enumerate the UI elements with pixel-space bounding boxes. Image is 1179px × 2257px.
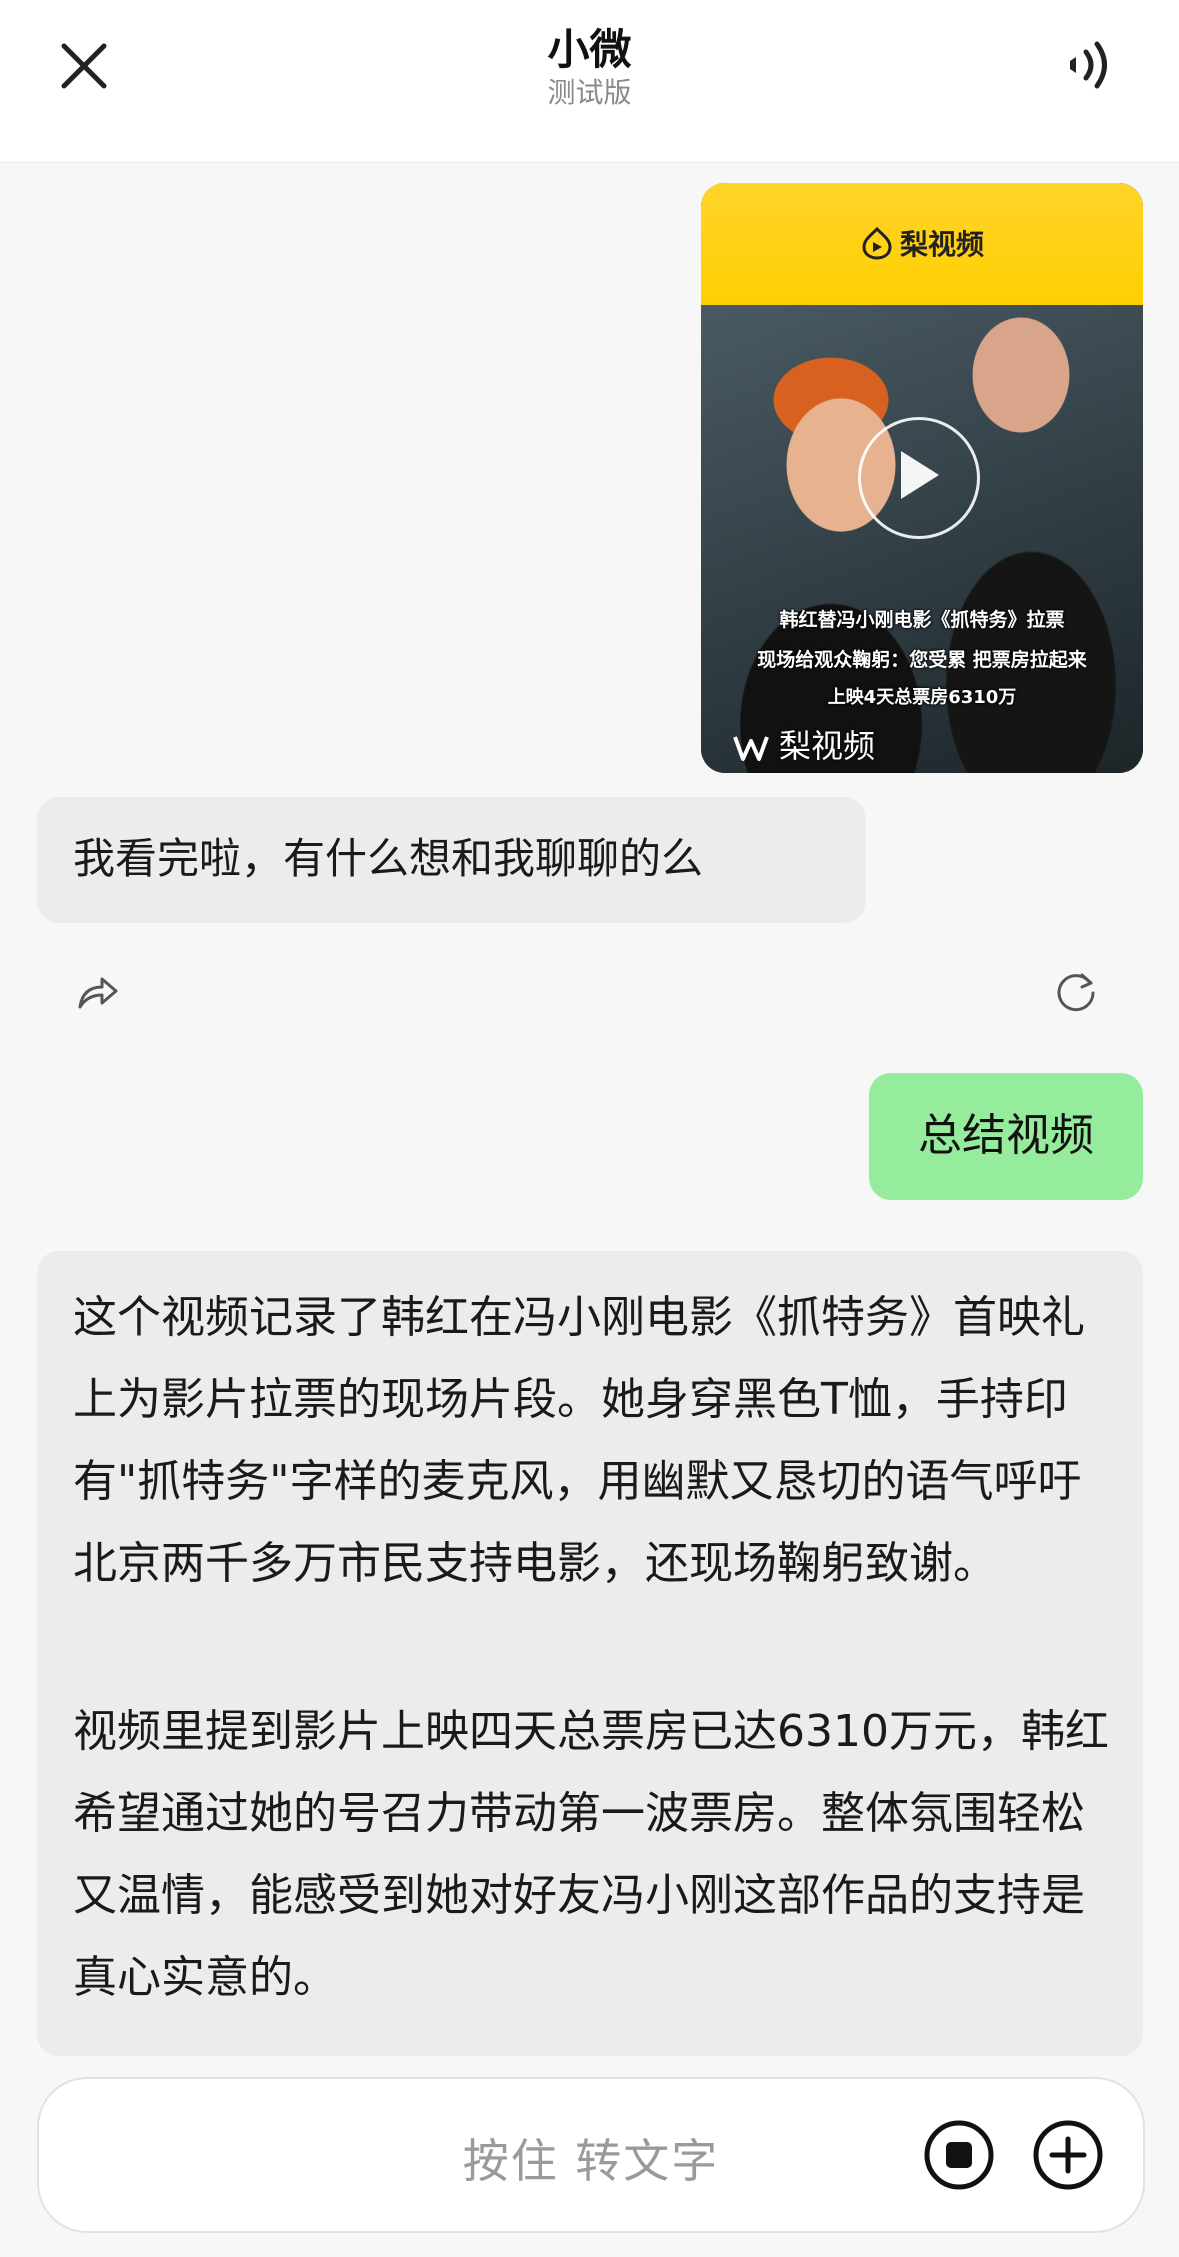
page-title: 小微 [547, 25, 632, 74]
bot-summary-paragraph-1: 这个视频记录了韩红在冯小刚电影《抓特务》首映礼上为影片拉票的现场片段。她身穿黑色… [73, 1292, 1085, 1589]
video-caption-3: 上映4天总票房6310万 [827, 687, 1017, 708]
bot-summary-paragraph-2: 视频里提到影片上映四天总票房已达6310万元，韩红希望通过她的号召力带动第一波票… [73, 1706, 1109, 2003]
brand-bottom-label: 梨视频 [779, 727, 876, 765]
chat-area[interactable]: 梨视频 韩红替冯小刚电影《抓特务》拉票 现场给观众鞠躬：您受累 把票房拉起来 上… [0, 163, 1179, 2063]
speaker-icon[interactable] [1056, 30, 1126, 100]
video-thumbnail[interactable]: 韩红替冯小刚电影《抓特务》拉票 现场给观众鞠躬：您受累 把票房拉起来 上映4天总… [701, 305, 1143, 773]
brand-watermark: 梨视频 [731, 721, 875, 767]
pear-logo-icon [860, 226, 894, 267]
top-bar: 小微 测试版 [0, 0, 1179, 163]
input-area: 按住 转文字 [0, 2063, 1179, 2257]
pear-watermark-icon [733, 736, 769, 761]
video-caption-2: 现场给观众鞠躬：您受累 把票房拉起来 [757, 649, 1087, 671]
stop-icon[interactable] [923, 2119, 995, 2191]
user-message: 总结视频 [869, 1073, 1143, 1200]
page-subtitle: 测试版 [547, 76, 632, 109]
plus-icon[interactable] [1032, 2119, 1104, 2191]
user-message-text: 总结视频 [918, 1110, 1094, 1161]
video-card[interactable]: 梨视频 韩红替冯小刚电影《抓特务》拉票 现场给观众鞠躬：您受累 把票房拉起来 上… [701, 183, 1143, 773]
brand-top-label: 梨视频 [899, 228, 984, 261]
video-header: 梨视频 [701, 183, 1143, 305]
bot-message-text: 我看完啦，有什么想和我聊聊的么 [73, 834, 704, 883]
title-block: 小微 测试版 [0, 24, 1179, 110]
hold-to-talk-input[interactable]: 按住 转文字 [37, 2077, 1145, 2233]
refresh-icon[interactable] [1052, 967, 1100, 1015]
bot-message: 我看完啦，有什么想和我聊聊的么 [37, 797, 866, 923]
play-icon[interactable] [901, 451, 939, 499]
video-caption-1: 韩红替冯小刚电影《抓特务》拉票 [779, 609, 1065, 631]
bot-message: 这个视频记录了韩红在冯小刚电影《抓特务》首映礼上为影片拉票的现场片段。她身穿黑色… [37, 1251, 1143, 2056]
share-icon[interactable] [74, 967, 122, 1015]
